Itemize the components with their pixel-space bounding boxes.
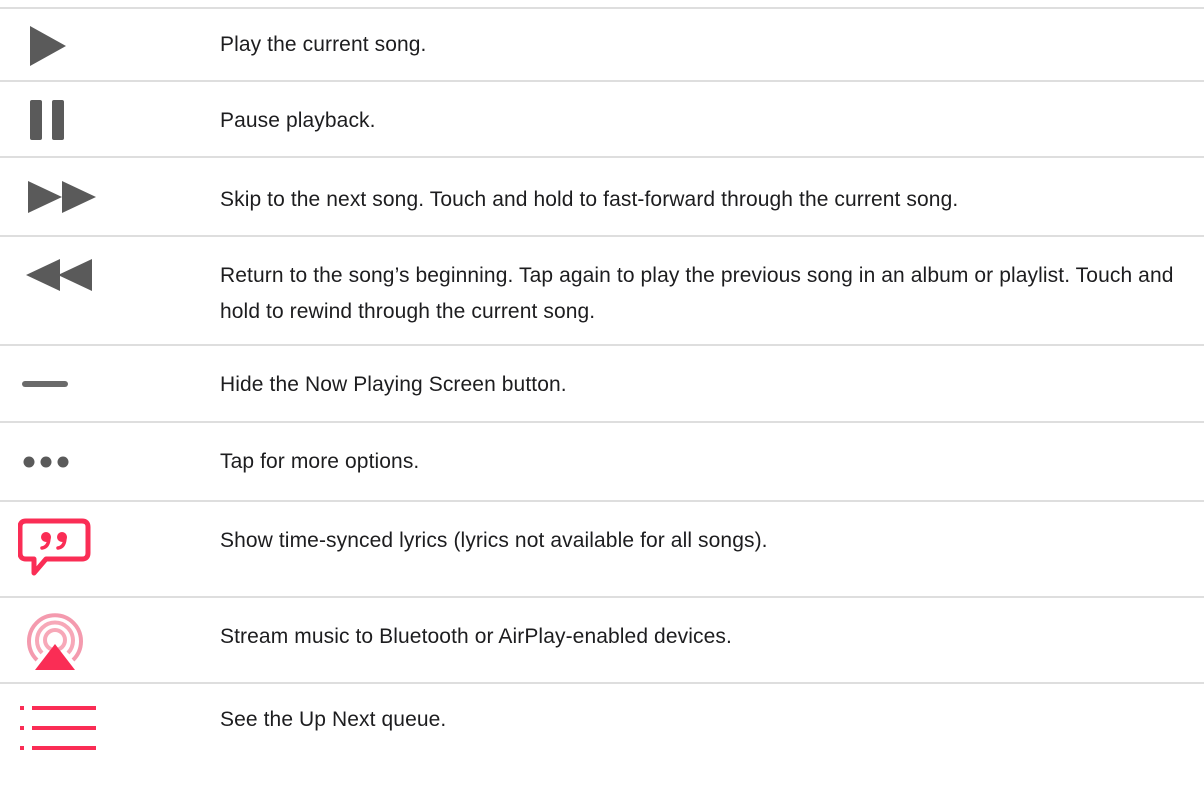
up-next-queue-icon — [20, 706, 96, 750]
row-description: Pause playback. — [220, 109, 376, 132]
row-description: Show time-synced lyrics (lyrics not avai… — [220, 529, 768, 552]
fast-forward-icon — [28, 181, 96, 213]
table-row: See the Up Next queue. — [0, 684, 1204, 784]
table-row: Tap for more options. — [0, 423, 1204, 502]
table-row: Hide the Now Playing Screen button. — [0, 346, 1204, 423]
row-description: Play the current song. — [220, 33, 427, 56]
table-row: Return to the song’s beginning. Tap agai… — [0, 237, 1204, 346]
row-description: Return to the song’s beginning. Tap agai… — [220, 264, 1174, 323]
more-options-icon — [23, 456, 69, 468]
table-row: Skip to the next song. Touch and hold to… — [0, 158, 1204, 237]
table-row: Show time-synced lyrics (lyrics not avai… — [0, 502, 1204, 598]
lyrics-icon — [18, 518, 91, 576]
pause-icon — [30, 100, 64, 140]
rewind-icon — [26, 259, 92, 291]
minus-handle-icon — [22, 381, 68, 387]
play-icon — [30, 26, 66, 66]
airplay-icon — [27, 613, 83, 670]
table-row: Stream music to Bluetooth or AirPlay-ena… — [0, 598, 1204, 684]
row-description: Skip to the next song. Touch and hold to… — [220, 188, 959, 211]
controls-table: Play the current song. Pause playback. S… — [0, 7, 1204, 784]
table-row: Pause playback. — [0, 82, 1204, 158]
row-description: Hide the Now Playing Screen button. — [220, 373, 567, 396]
row-description: Stream music to Bluetooth or AirPlay-ena… — [220, 625, 732, 648]
row-description: See the Up Next queue. — [220, 708, 447, 731]
row-description: Tap for more options. — [220, 450, 420, 473]
table-row: Play the current song. — [0, 9, 1204, 82]
